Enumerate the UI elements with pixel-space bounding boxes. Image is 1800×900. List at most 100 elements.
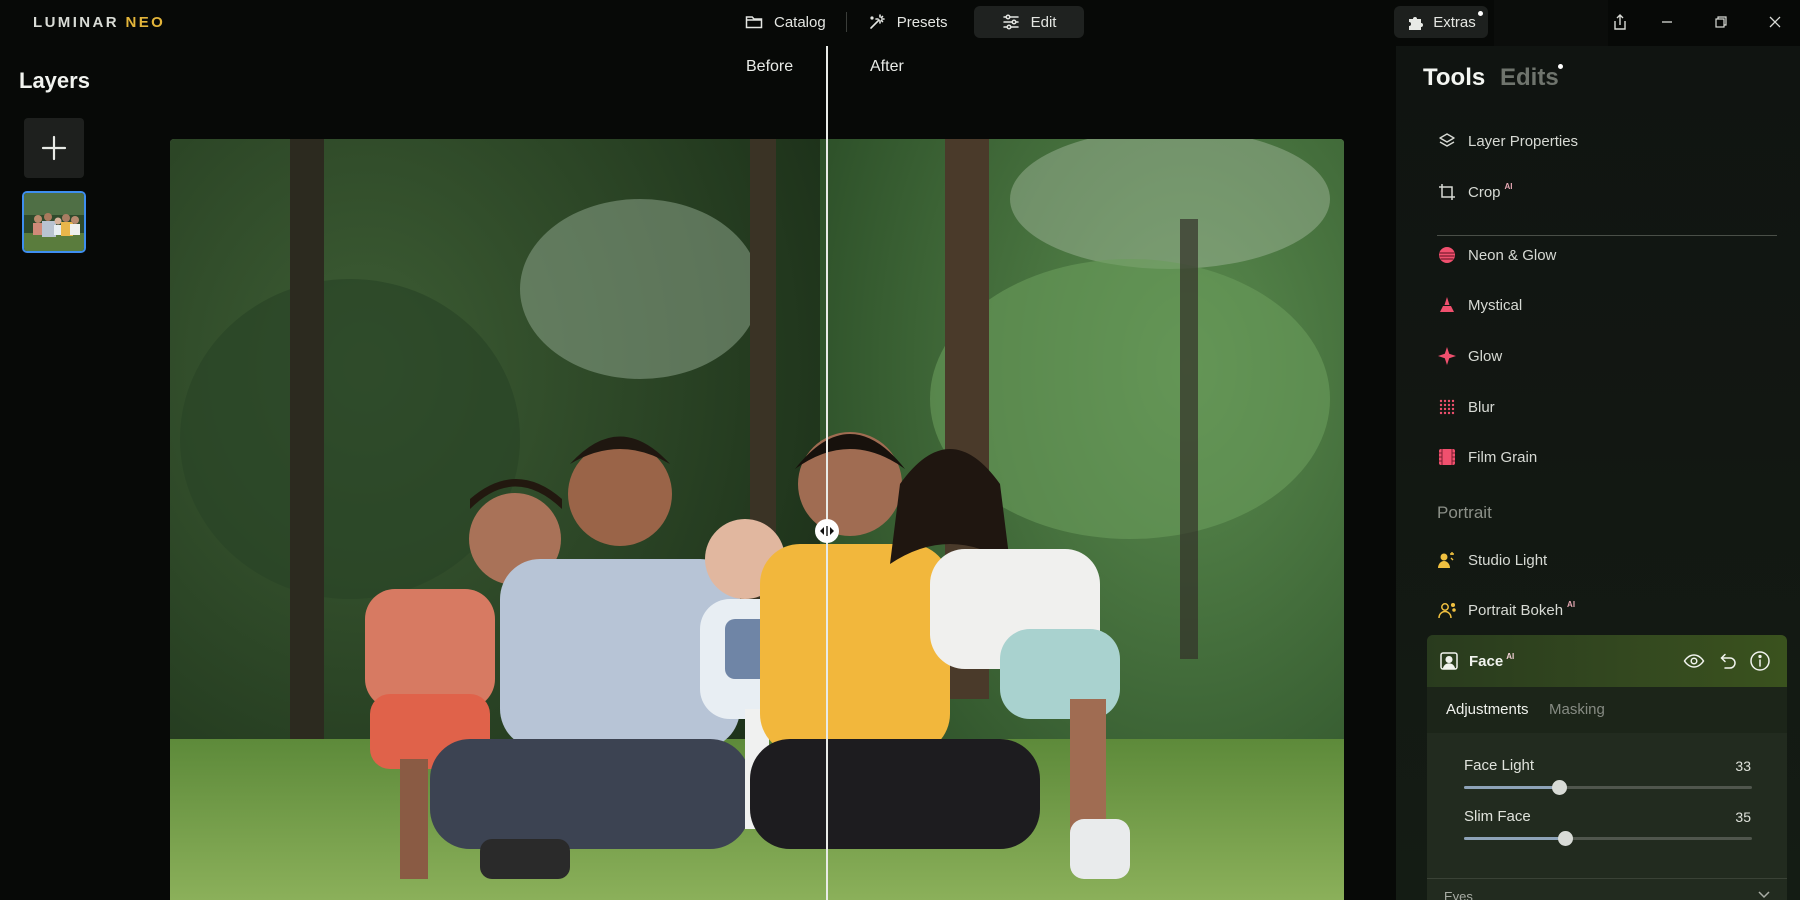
film-icon [1437,447,1457,467]
face-light-fill [1464,786,1560,789]
catalog-label: Catalog [774,13,826,31]
extras-notification-dot [1478,11,1483,16]
slim-face-fill [1464,837,1565,840]
tool-neon-glow[interactable]: Neon & Glow [1437,242,1556,268]
tool-blur[interactable]: Blur [1437,394,1495,420]
portrait-bokeh-icon [1437,600,1457,620]
mystical-icon [1437,295,1457,315]
nav-divider [845,12,847,32]
sliders-icon [1002,14,1019,30]
tool-layer-properties[interactable]: Layer Properties [1437,128,1578,154]
tool-crop-label: Crop [1468,183,1501,201]
close-icon [1769,16,1781,28]
blur-grid-icon [1437,397,1457,417]
portrait-bokeh-ai-badge: AI [1567,599,1576,609]
neon-glow-icon [1437,245,1457,265]
magic-wand-icon [869,14,885,29]
close-button[interactable] [1763,10,1787,34]
tool-film-grain[interactable]: Film Grain [1437,444,1537,470]
slim-face-thumb[interactable] [1557,831,1573,846]
eyes-section-label: Eyes [1444,889,1473,900]
share-button[interactable] [1608,10,1632,34]
tab-masking[interactable]: Masking [1549,701,1605,718]
slim-face-value: 35 [1735,809,1751,825]
eyes-section-header[interactable]: Eyes [1427,878,1787,900]
window-controls-backdrop [1494,0,1608,48]
plus-icon [41,135,67,161]
tab-tools[interactable]: Tools [1423,64,1485,92]
restore-icon [1715,16,1727,28]
tab-adjustments[interactable]: Adjustments [1446,701,1529,718]
extras-button[interactable]: Extras [1394,6,1488,38]
presets-button[interactable]: Presets [853,6,962,38]
eye-icon [1683,654,1705,668]
family-photo [170,139,1344,900]
reset-button[interactable] [1716,650,1738,672]
title-bar: LUMINAR NEO Catalog Presets Edit Extras [0,0,1800,48]
face-light-thumb[interactable] [1552,780,1568,795]
face-light-slider[interactable] [1464,780,1752,795]
app-logo: LUMINAR NEO [33,14,165,31]
undo-icon [1720,653,1736,669]
puzzle-icon [1409,17,1424,30]
tool-layer-properties-label: Layer Properties [1468,132,1579,150]
tool-film-grain-label: Film Grain [1468,448,1538,466]
tool-mystical-label: Mystical [1468,296,1523,314]
catalog-button[interactable]: Catalog [730,6,840,38]
tool-portrait-bokeh[interactable]: Portrait Bokeh AI [1437,597,1575,623]
tool-crop[interactable]: Crop AI [1437,179,1513,205]
drag-arrows-icon [820,526,834,536]
restore-button[interactable] [1709,10,1733,34]
edit-button[interactable]: Edit [973,6,1084,38]
layers-title: Layers [19,68,90,93]
info-button[interactable] [1749,650,1771,672]
before-after-divider[interactable] [826,46,828,900]
face-light-value: 33 [1735,758,1751,774]
panel-divider [1437,235,1777,236]
crop-ai-badge: AI [1504,181,1513,191]
folder-icon [745,16,763,29]
tool-portrait-bokeh-label: Portrait Bokeh [1468,601,1564,619]
main-nav: Catalog Presets Edit [730,6,1084,38]
face-portrait-icon [1439,651,1459,671]
edit-label: Edit [1030,13,1057,31]
layer-thumbnail-image [24,193,84,251]
presets-label: Presets [896,13,948,31]
after-label: After [870,58,904,75]
minimize-icon [1662,21,1672,23]
glow-sparkle-icon [1437,346,1457,366]
layer-thumbnail[interactable] [22,191,86,253]
share-icon [1614,14,1626,30]
studio-light-icon [1437,550,1457,570]
face-tool-card: Face AI Adjustments Masking Face Light 33… [1427,635,1787,900]
face-tool-header[interactable]: Face AI [1427,635,1787,687]
minimize-button[interactable] [1655,10,1679,34]
slim-face-slider[interactable] [1464,831,1752,846]
chevron-down-icon [1758,891,1770,899]
visibility-toggle[interactable] [1683,650,1705,672]
tool-studio-light-label: Studio Light [1468,551,1548,569]
info-icon [1750,651,1770,671]
tool-glow-label: Glow [1468,347,1503,365]
tool-glow[interactable]: Glow [1437,343,1502,369]
layers-icon [1437,131,1457,151]
extras-label: Extras [1433,13,1476,31]
tab-edits[interactable]: Edits [1500,64,1559,92]
divider-handle[interactable] [815,519,839,543]
tool-mystical[interactable]: Mystical [1437,292,1522,318]
before-label: Before [746,58,794,75]
logo-accent-text: NEO [125,14,166,31]
edits-notification-dot [1558,64,1563,69]
face-tool-title: Face AI [1469,652,1514,670]
photo-canvas[interactable] [170,139,1344,900]
add-layer-button[interactable] [24,118,84,178]
face-light-label: Face Light [1464,757,1535,774]
logo-main-text: LUMINAR [33,14,119,31]
tool-studio-light[interactable]: Studio Light [1437,547,1547,573]
face-sub-tabs: Adjustments Masking [1427,687,1787,733]
face-tool-title-text: Face [1469,653,1504,670]
portrait-section-heading: Portrait [1437,503,1492,522]
tool-blur-label: Blur [1468,398,1495,416]
crop-icon [1437,182,1457,202]
slim-face-label: Slim Face [1464,808,1531,825]
